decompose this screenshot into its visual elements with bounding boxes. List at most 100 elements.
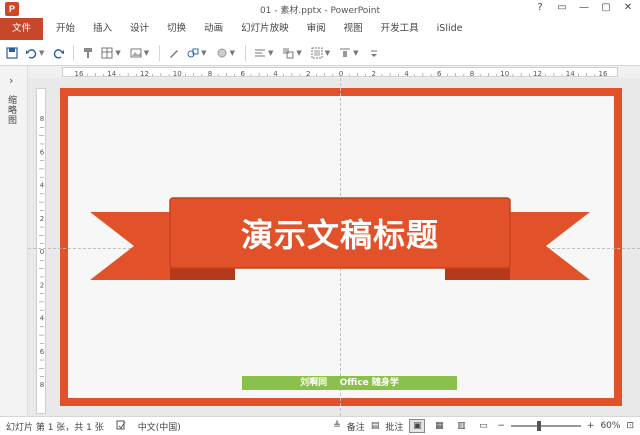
ruler-label: 4 xyxy=(273,70,278,78)
tab-review[interactable]: 审阅 xyxy=(298,18,335,40)
expand-chevron-icon[interactable]: › xyxy=(9,74,13,87)
align-icon[interactable] xyxy=(252,45,268,61)
shape-dropdown-icon[interactable]: ▼ xyxy=(201,49,206,57)
tab-transitions[interactable]: 切换 xyxy=(158,18,195,40)
ruler-label: 4 xyxy=(40,315,45,323)
ruler-label: 4 xyxy=(404,70,409,78)
shape-icon[interactable] xyxy=(185,45,201,61)
status-bar: 幻灯片 第 1 张，共 1 张 中文(中国) ≜ 备注 ▤ 批注 ▣ ▦ ▥ ▭… xyxy=(0,416,640,435)
ribbon-tabs: 文件 开始 插入 设计 切换 动画 幻灯片放映 审阅 视图 开发工具 iSlid… xyxy=(0,18,640,40)
group-dropdown-icon[interactable]: ▼ xyxy=(325,49,330,57)
tab-slideshow[interactable]: 幻灯片放映 xyxy=(232,18,298,40)
credit-banner[interactable]: 刘啊同 Office 随身学 xyxy=(242,376,457,390)
comments-button[interactable]: 批注 xyxy=(385,420,403,433)
ruler-label: 14 xyxy=(566,70,575,78)
ruler-label: 6 xyxy=(40,348,45,356)
slide-count: 幻灯片 第 1 张，共 1 张 xyxy=(6,422,104,433)
horizontal-ruler: 16 14 12 10 8 6 4 2 0 2 4 6 8 10 12 14 16 xyxy=(62,67,618,78)
reading-view-icon[interactable]: ▥ xyxy=(453,419,469,433)
zoom-slider[interactable] xyxy=(510,421,581,431)
group-icon[interactable] xyxy=(309,45,325,61)
ribbon-display-icon[interactable]: ▭ xyxy=(556,2,568,13)
comments-icon[interactable]: ▤ xyxy=(371,421,380,431)
ruler-label: 8 xyxy=(40,115,44,123)
ruler-label: 0 xyxy=(339,70,343,78)
language-indicator[interactable]: 中文(中国) xyxy=(132,420,187,433)
align-dropdown-icon[interactable]: ▼ xyxy=(268,49,273,57)
ruler-label: 8 xyxy=(470,70,474,78)
notes-icon[interactable]: ≜ xyxy=(333,421,341,431)
arrange-dropdown-icon[interactable]: ▼ xyxy=(296,49,301,57)
more-icon[interactable] xyxy=(366,45,382,61)
ruler-label: 2 xyxy=(40,281,44,289)
distribute-dropdown-icon[interactable]: ▼ xyxy=(353,49,358,57)
tab-islide[interactable]: iSlide xyxy=(428,18,472,40)
ruler-label: 16 xyxy=(75,70,84,78)
ruler-label: 4 xyxy=(40,182,45,190)
redo-icon[interactable] xyxy=(51,45,67,61)
ruler-label: 2 xyxy=(372,70,376,78)
ruler-label: 12 xyxy=(140,70,149,78)
slide-title[interactable]: 演示文稿标题 xyxy=(170,210,510,256)
arrange-icon[interactable] xyxy=(280,45,296,61)
ruler-label: 12 xyxy=(533,70,542,78)
picture-dropdown-icon[interactable]: ▼ xyxy=(144,49,149,57)
ruler-label: 16 xyxy=(599,70,608,78)
help-icon[interactable]: ? xyxy=(534,2,546,13)
ruler-label: 2 xyxy=(306,70,310,78)
spellcheck-icon[interactable] xyxy=(110,420,132,433)
distribute-icon[interactable] xyxy=(337,45,353,61)
notes-button[interactable]: 备注 xyxy=(347,420,365,433)
zoom-slider-thumb[interactable] xyxy=(536,421,541,431)
slideshow-view-icon[interactable]: ▭ xyxy=(475,419,491,433)
maximize-icon[interactable]: ▢ xyxy=(600,2,612,13)
toolbar-divider xyxy=(159,44,161,61)
fit-to-window-icon[interactable]: ⊡ xyxy=(626,421,634,431)
shape-fill-dropdown-icon[interactable]: ▼ xyxy=(230,49,235,57)
status-controls: ≜ 备注 ▤ 批注 ▣ ▦ ▥ ▭ − + 60% ⊡ xyxy=(333,419,634,433)
shape-fill-icon[interactable] xyxy=(214,45,230,61)
slide-sorter-icon[interactable]: ▦ xyxy=(431,419,447,433)
ruler-label: 6 xyxy=(40,148,45,156)
tab-animations[interactable]: 动画 xyxy=(195,18,232,40)
ruler-label: 6 xyxy=(437,70,442,78)
tab-view[interactable]: 视图 xyxy=(335,18,372,40)
zoom-in-icon[interactable]: + xyxy=(587,421,595,431)
thumbnail-pane-label: 缩略图 xyxy=(8,96,18,126)
save-icon[interactable] xyxy=(4,45,20,61)
ribbon-left-tail xyxy=(90,212,180,280)
ruler-label: 8 xyxy=(40,381,44,389)
ruler-label: 6 xyxy=(241,70,246,78)
tab-design[interactable]: 设计 xyxy=(121,18,158,40)
format-painter-icon[interactable] xyxy=(80,45,96,61)
toolbar-divider xyxy=(73,44,75,61)
normal-view-icon[interactable]: ▣ xyxy=(409,419,426,433)
window-controls: ? ▭ — ▢ ✕ xyxy=(534,2,634,13)
vertical-ruler: 8 6 4 2 0 2 4 6 8 xyxy=(36,88,46,414)
zoom-level[interactable]: 60% xyxy=(600,421,620,431)
thumbnail-pane: › 缩略图 xyxy=(0,66,28,416)
ribbon-right-tail xyxy=(500,212,590,280)
tab-file[interactable]: 文件 xyxy=(0,18,44,40)
pen-icon[interactable] xyxy=(166,45,182,61)
zoom-out-icon[interactable]: − xyxy=(497,421,505,431)
ruler-label: 0 xyxy=(40,248,44,256)
tab-home[interactable]: 开始 xyxy=(47,18,84,40)
table-icon[interactable] xyxy=(99,45,115,61)
close-icon[interactable]: ✕ xyxy=(622,2,634,13)
ruler-label: 10 xyxy=(500,70,509,78)
tab-insert[interactable]: 插入 xyxy=(84,18,121,40)
table-dropdown-icon[interactable]: ▼ xyxy=(115,49,120,57)
picture-icon[interactable] xyxy=(128,45,144,61)
title-bar: P 01 - 素材.pptx - PowerPoint ? ▭ — ▢ ✕ xyxy=(0,0,640,18)
undo-icon[interactable] xyxy=(23,45,39,61)
quick-access-toolbar: ▼ ▼ ▼ ▼ ▼ ▼ ▼ ▼ ▼ xyxy=(0,40,640,66)
tab-developer[interactable]: 开发工具 xyxy=(372,18,428,40)
ruler-label: 14 xyxy=(107,70,116,78)
undo-dropdown-icon[interactable]: ▼ xyxy=(39,49,44,57)
ruler-label: 2 xyxy=(40,215,44,223)
ruler-label: 10 xyxy=(173,70,182,78)
toolbar-divider xyxy=(244,44,246,61)
ruler-label: 8 xyxy=(208,70,212,78)
minimize-icon[interactable]: — xyxy=(578,2,590,13)
